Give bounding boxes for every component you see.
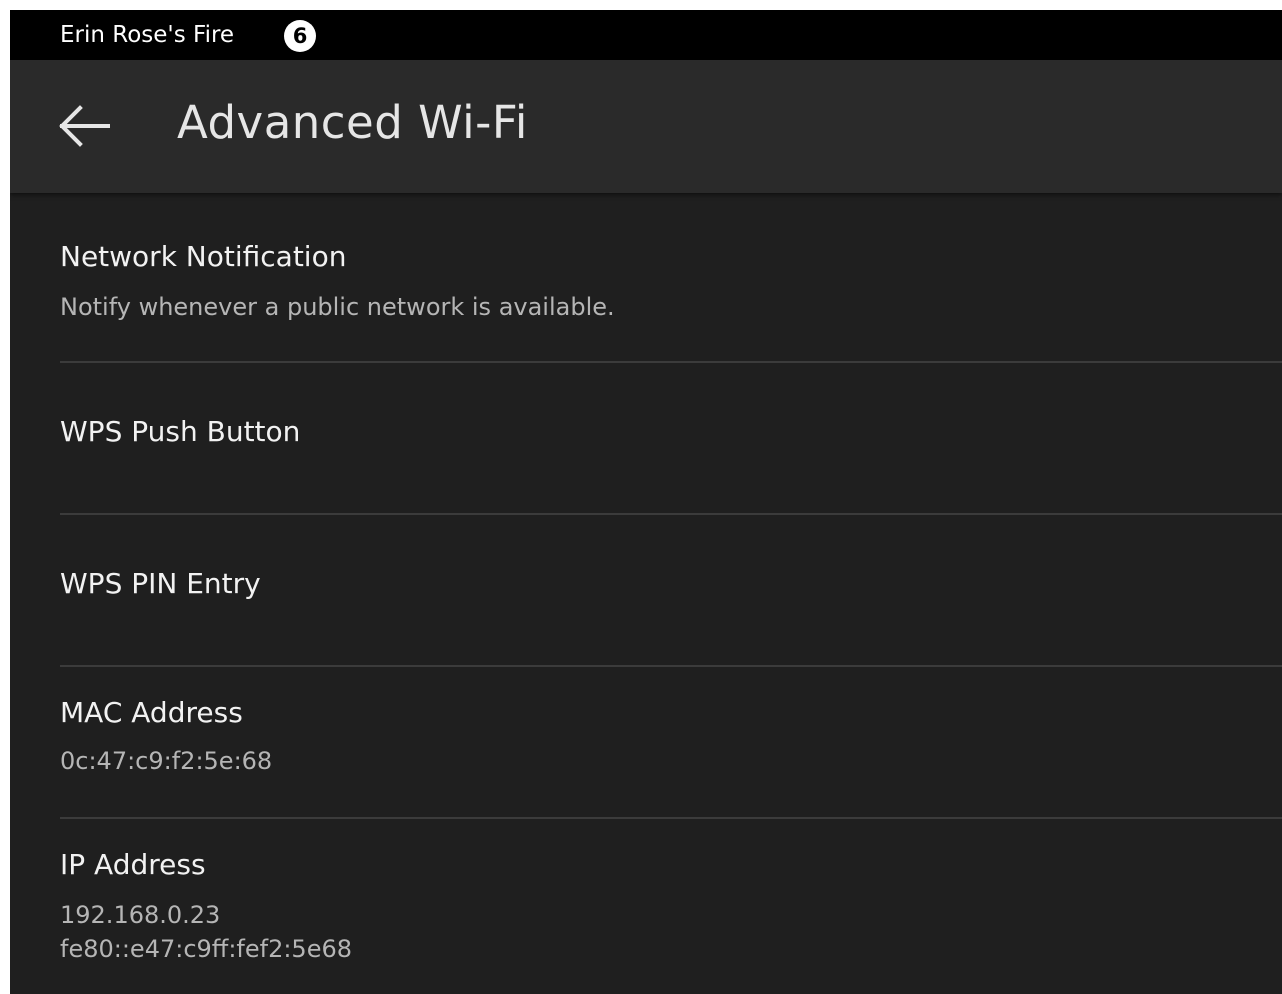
setting-mac-address: MAC Address 0c:47:c9:f2:5e:68 [10, 667, 1282, 819]
back-button[interactable] [50, 96, 120, 156]
ipv4-address-value: 192.168.0.23 [60, 901, 221, 929]
setting-title: IP Address [60, 848, 206, 881]
setting-subtitle: Notify whenever a public network is avai… [60, 293, 615, 321]
setting-title: WPS Push Button [60, 415, 301, 448]
setting-wps-pin-entry[interactable]: WPS PIN Entry [10, 515, 1282, 667]
device-name: Erin Rose's Fire [60, 22, 235, 48]
setting-title: MAC Address [60, 696, 243, 729]
setting-title: Network Notification [60, 240, 347, 273]
page-title: Advanced Wi-Fi [177, 96, 528, 149]
setting-network-notification[interactable]: Network Notification Notify whenever a p… [10, 193, 1282, 363]
status-bar: Erin Rose's Fire 6 [10, 10, 1282, 60]
mac-address-value: 0c:47:c9:f2:5e:68 [60, 747, 273, 775]
back-arrow-icon [59, 105, 110, 147]
setting-wps-push-button[interactable]: WPS Push Button [10, 363, 1282, 515]
settings-list: Network Notification Notify whenever a p… [10, 193, 1282, 979]
screen: Erin Rose's Fire 6 Advanced Wi-Fi Networ… [10, 10, 1282, 994]
app-header: Advanced Wi-Fi [10, 60, 1282, 193]
ipv6-address-value: fe80::e47:c9ff:fef2:5e68 [60, 935, 352, 963]
notification-count-badge[interactable]: 6 [284, 20, 316, 52]
setting-title: WPS PIN Entry [60, 567, 261, 600]
setting-ip-address: IP Address 192.168.0.23 fe80::e47:c9ff:f… [10, 819, 1282, 979]
